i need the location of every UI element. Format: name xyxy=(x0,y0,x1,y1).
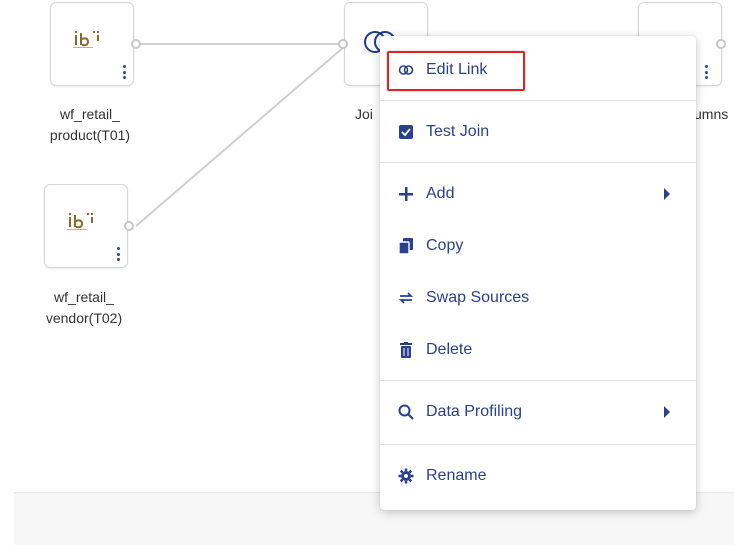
menu-item-label: Add xyxy=(426,185,455,202)
node-label-line: wf_retail_ xyxy=(54,289,114,305)
node-label-line: vendor(T02) xyxy=(45,310,123,326)
connector-t02-join xyxy=(135,39,353,227)
menu-item-edit-link[interactable]: Edit Link xyxy=(398,54,686,86)
context-menu: Edit Link Test Join Add Copy Swap Source… xyxy=(380,36,696,510)
search-icon xyxy=(398,404,414,420)
trash-icon xyxy=(398,342,414,358)
menu-item-label: Data Profiling xyxy=(426,403,523,420)
menu-separator xyxy=(380,380,696,381)
menu-item-label: Test Join xyxy=(426,123,490,140)
node-menu-icon[interactable] xyxy=(115,247,121,261)
ibi-logo-icon xyxy=(73,31,99,48)
node-menu-icon[interactable] xyxy=(703,65,709,79)
node-label-line: wf_retail_ xyxy=(60,106,120,122)
node-menu-icon[interactable] xyxy=(121,65,127,79)
input-port[interactable] xyxy=(338,39,348,49)
output-port[interactable] xyxy=(716,39,726,49)
node-label-line: product(T01) xyxy=(49,127,131,143)
menu-item-label: Delete xyxy=(426,341,473,358)
output-port[interactable] xyxy=(124,221,134,231)
submenu-arrow-icon xyxy=(664,188,670,200)
menu-item-label: Edit Link xyxy=(426,61,488,78)
source-node-t02[interactable] xyxy=(44,184,128,268)
menu-separator xyxy=(380,162,696,163)
menu-item-label: Copy xyxy=(426,237,464,254)
source-node-t01[interactable] xyxy=(50,2,134,86)
copy-icon xyxy=(398,238,414,254)
menu-item-label: Rename xyxy=(426,467,487,484)
node-label-t02: wf_retail_ vendor(T02) xyxy=(24,287,144,329)
ibi-logo-icon xyxy=(67,213,93,230)
menu-separator xyxy=(380,100,696,101)
output-port[interactable] xyxy=(131,39,141,49)
submenu-arrow-icon xyxy=(664,406,670,418)
menu-item-add[interactable]: Add xyxy=(398,178,686,210)
gear-icon xyxy=(398,468,414,484)
swap-icon xyxy=(398,290,414,306)
menu-item-label: Swap Sources xyxy=(426,289,530,306)
checkbox-icon xyxy=(398,124,414,140)
plus-icon xyxy=(398,186,414,202)
menu-item-delete[interactable]: Delete xyxy=(398,334,686,366)
menu-item-data-profiling[interactable]: Data Profiling xyxy=(398,396,686,428)
menu-separator xyxy=(380,444,696,445)
menu-item-copy[interactable]: Copy xyxy=(398,230,686,262)
menu-item-swap-sources[interactable]: Swap Sources xyxy=(398,282,686,314)
link-icon xyxy=(398,62,414,78)
node-label-columns: umns xyxy=(694,106,729,122)
menu-item-rename[interactable]: Rename xyxy=(398,460,686,492)
menu-item-test-join[interactable]: Test Join xyxy=(398,116,686,148)
node-label-join: Joi xyxy=(355,106,373,122)
node-label-t01: wf_retail_ product(T01) xyxy=(30,104,150,146)
